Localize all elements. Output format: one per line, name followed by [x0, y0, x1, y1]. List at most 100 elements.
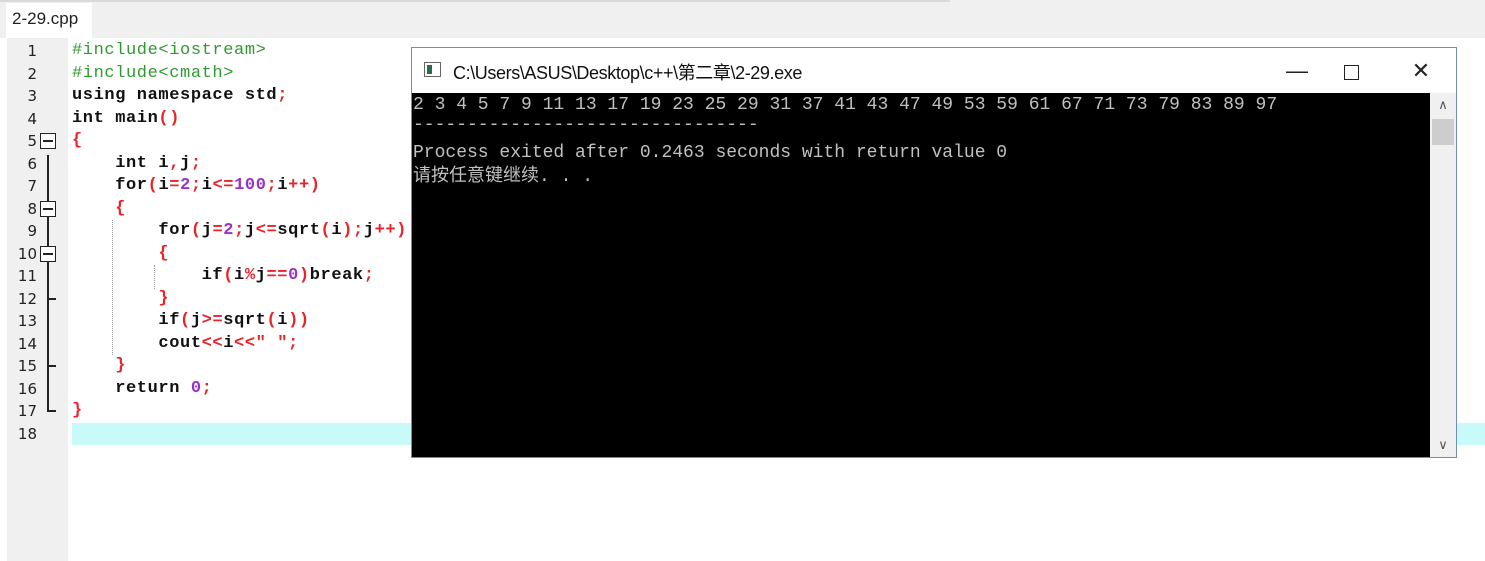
code-line[interactable]: int main()	[72, 108, 180, 131]
line-number: 10	[17, 244, 37, 263]
fold-end	[47, 365, 56, 367]
code-token: }	[72, 401, 83, 420]
code-token: ;	[363, 266, 375, 285]
fold-line	[47, 155, 49, 410]
line-number: 3	[27, 87, 37, 105]
code-line[interactable]: {	[72, 243, 169, 266]
line-number: 18	[17, 424, 37, 443]
code-token: j	[255, 266, 267, 285]
code-token: ))	[288, 311, 310, 330]
code-token: }	[72, 356, 127, 375]
code-token: (	[147, 176, 159, 195]
code-line[interactable]: using namespace std;	[72, 85, 288, 108]
code-token: >=	[201, 311, 224, 330]
code-token: 2	[223, 221, 235, 240]
code-token: ;	[190, 153, 202, 173]
code-token: i	[277, 176, 289, 195]
code-token: ;	[201, 378, 213, 398]
line-number: 2	[27, 64, 37, 83]
console-title-bar[interactable]: C:\Users\ASUS\Desktop\c++\第二章\2-29.exe —…	[412, 48, 1456, 93]
console-app-icon	[424, 62, 441, 77]
divider	[0, 0, 950, 2]
code-line[interactable]: for(i=2;i<=100;i++)	[72, 175, 321, 198]
indent-guide	[154, 265, 155, 289]
fold-toggle-line-10[interactable]	[40, 246, 56, 262]
fold-toggle-line-8[interactable]	[40, 201, 56, 217]
code-line[interactable]: return 0;	[72, 378, 212, 401]
code-line[interactable]: }	[72, 288, 169, 311]
code-token: for	[72, 221, 191, 240]
code-line[interactable]: int i,j;	[72, 153, 202, 176]
code-token: int i	[72, 153, 170, 173]
code-line[interactable]: {	[72, 198, 126, 221]
code-token: i	[234, 266, 245, 285]
code-token: =	[212, 221, 224, 240]
code-token: sqrt	[277, 221, 321, 240]
code-line[interactable]: for(j=2;j<=sqrt(i);j++)	[72, 220, 407, 243]
code-line[interactable]: if(i%j==0)break;	[72, 265, 375, 288]
code-line[interactable]: #include<iostream>	[72, 40, 266, 63]
code-token: ;	[277, 86, 289, 105]
code-line[interactable]: #include<cmath>	[72, 63, 234, 86]
tab-bar: 2-29.cpp	[0, 0, 1485, 38]
code-token: i	[223, 333, 235, 353]
code-line[interactable]: cout<<i<<" ";	[72, 333, 299, 356]
code-token: <=	[255, 221, 278, 240]
code-token: return	[72, 378, 191, 398]
code-line[interactable]: }	[72, 355, 126, 378]
fold-end	[47, 410, 56, 412]
scroll-thumb[interactable]	[1432, 119, 1454, 145]
line-number: 12	[17, 289, 37, 308]
code-token: {	[72, 198, 127, 218]
code-token: i	[158, 176, 170, 195]
code-token: using namespace std	[72, 86, 278, 105]
output-line-separator: --------------------------------	[413, 115, 759, 135]
code-token: (	[223, 266, 235, 285]
code-token: #include<cmath>	[72, 63, 235, 83]
code-token: )	[298, 266, 310, 285]
code-token: j	[180, 153, 191, 173]
code-token: j	[363, 221, 375, 240]
code-token: for	[72, 176, 148, 195]
code-token: ++)	[288, 176, 321, 195]
minimize-icon: —	[1286, 58, 1308, 83]
code-token: );	[342, 221, 364, 240]
code-token: {	[72, 243, 170, 263]
code-token: j	[190, 311, 202, 330]
scroll-up-icon[interactable]: ∧	[1430, 93, 1456, 117]
code-line[interactable]: {	[72, 130, 83, 153]
code-token: ==	[266, 266, 289, 285]
console-output[interactable]: 2 3 4 5 7 9 11 13 17 19 23 25 29 31 37 4…	[412, 93, 1430, 457]
code-token: ++)	[374, 221, 407, 240]
code-token: {	[72, 131, 83, 150]
line-number: 15	[17, 357, 37, 375]
console-window[interactable]: C:\Users\ASUS\Desktop\c++\第二章\2-29.exe —…	[411, 47, 1457, 458]
code-line[interactable]: }	[72, 400, 83, 423]
code-token: j	[244, 221, 256, 240]
line-number: 11	[17, 267, 37, 285]
code-token: <<	[201, 333, 224, 353]
code-token: ;	[190, 176, 202, 195]
tab-2-29-cpp[interactable]: 2-29.cpp	[6, 3, 92, 38]
code-token: i	[201, 176, 213, 195]
code-token: %	[244, 266, 256, 285]
code-token: break	[309, 266, 364, 285]
code-token: ;	[266, 176, 278, 195]
code-token: <<" ";	[234, 333, 299, 353]
line-number: 13	[17, 312, 37, 330]
fold-toggle-line-5[interactable]	[40, 133, 56, 149]
code-token: }	[72, 288, 170, 308]
line-number: 1	[27, 42, 37, 60]
code-token: (	[320, 221, 332, 240]
maximize-button[interactable]	[1316, 48, 1386, 93]
scroll-down-icon[interactable]: ∨	[1430, 433, 1456, 457]
code-token: int main	[72, 108, 159, 128]
code-line[interactable]: if(j>=sqrt(i))	[72, 310, 310, 333]
code-token: if	[72, 311, 181, 330]
close-button[interactable]: ✕	[1386, 48, 1456, 93]
output-line-exit-status: Process exited after 0.2463 seconds with…	[413, 143, 1008, 163]
line-number: 17	[17, 402, 37, 420]
code-token: (	[266, 311, 278, 330]
code-token: i	[331, 221, 343, 240]
console-scrollbar[interactable]: ∧ ∨	[1430, 93, 1456, 457]
